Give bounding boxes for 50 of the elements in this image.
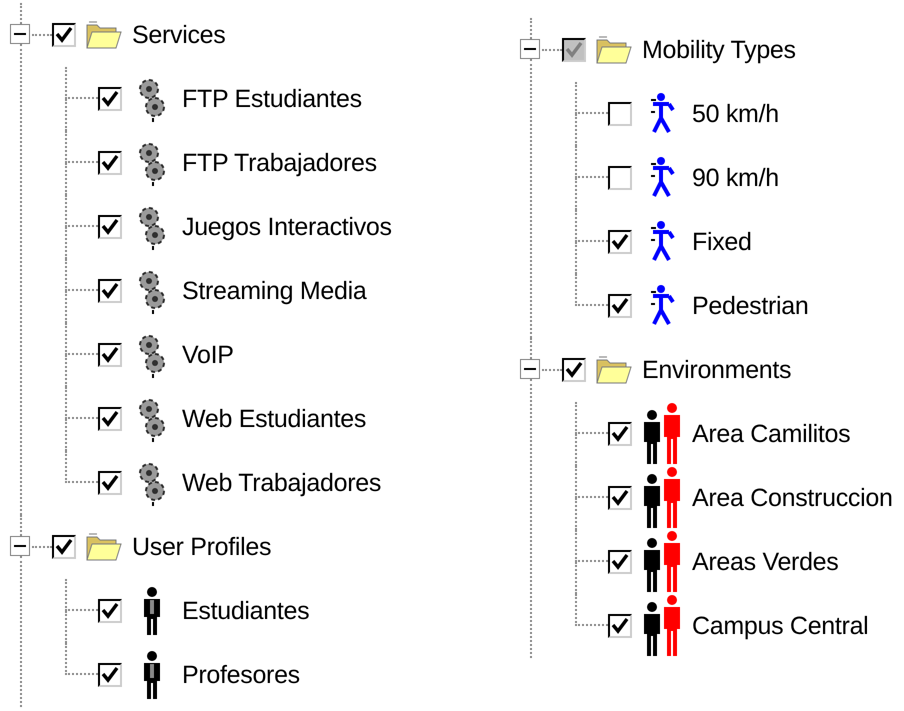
checkbox[interactable] [98,215,122,239]
tree-item-label[interactable]: Areas Verdes [692,548,838,576]
tree-item-label[interactable]: Estudiantes [182,596,310,626]
tree-item-label[interactable]: Web Trabajadores [182,468,382,498]
collapse-button[interactable] [520,39,540,59]
tree-item-label[interactable]: Area Construccion [692,484,893,512]
checkbox[interactable] [608,166,632,190]
checkbox[interactable] [608,294,632,318]
tree-item-label[interactable]: Streaming Media [182,276,366,306]
checkbox[interactable] [608,422,632,446]
tree-item-label[interactable]: Campus Central [692,612,868,640]
checkbox[interactable] [608,102,632,126]
running-figure-icon [649,92,675,136]
checkbox[interactable] [98,343,122,367]
folder-icon [596,34,632,66]
running-figure-icon [649,156,675,200]
folder-icon [596,354,632,386]
collapse-button[interactable] [10,536,30,556]
checkbox[interactable] [608,230,632,254]
tree-item-label[interactable]: FTP Estudiantes [182,84,362,114]
checkbox[interactable] [608,486,632,510]
running-figure-icon [649,284,675,328]
tree-item-label[interactable]: User Profiles [132,532,272,562]
checkbox[interactable] [98,87,122,111]
checkbox[interactable] [98,279,122,303]
tree-item-label[interactable]: Area Camilitos [692,420,850,448]
checkbox[interactable] [98,151,122,175]
running-figure-icon [649,220,675,264]
tree-item-label[interactable]: Mobility Types [642,36,796,64]
checkbox[interactable] [98,471,122,495]
checkbox[interactable] [608,614,632,638]
tree-item-label[interactable]: Juegos Interactivos [182,212,392,242]
checkbox[interactable] [98,407,122,431]
tree-item-label[interactable]: Fixed [692,228,752,256]
tree-item-label[interactable]: Environments [642,356,792,384]
tree-item-label[interactable]: Services [132,20,226,50]
tree-item-label[interactable]: VoIP [182,340,234,370]
folder-icon [86,19,122,51]
tree-item-label[interactable]: 90 km/h [692,164,779,192]
tree-item-label[interactable]: Profesores [182,660,300,690]
checkbox[interactable] [98,599,122,623]
tree-item-label[interactable]: Pedestrian [692,292,809,320]
folder-icon [86,531,122,563]
collapse-button[interactable] [520,359,540,379]
checkbox[interactable] [608,550,632,574]
tree-item-label[interactable]: FTP Trabajadores [182,148,377,178]
tree-item-label[interactable]: 50 km/h [692,100,779,128]
checkbox[interactable] [98,663,122,687]
tree-item-label[interactable]: Web Estudiantes [182,404,366,434]
collapse-button[interactable] [10,24,30,44]
